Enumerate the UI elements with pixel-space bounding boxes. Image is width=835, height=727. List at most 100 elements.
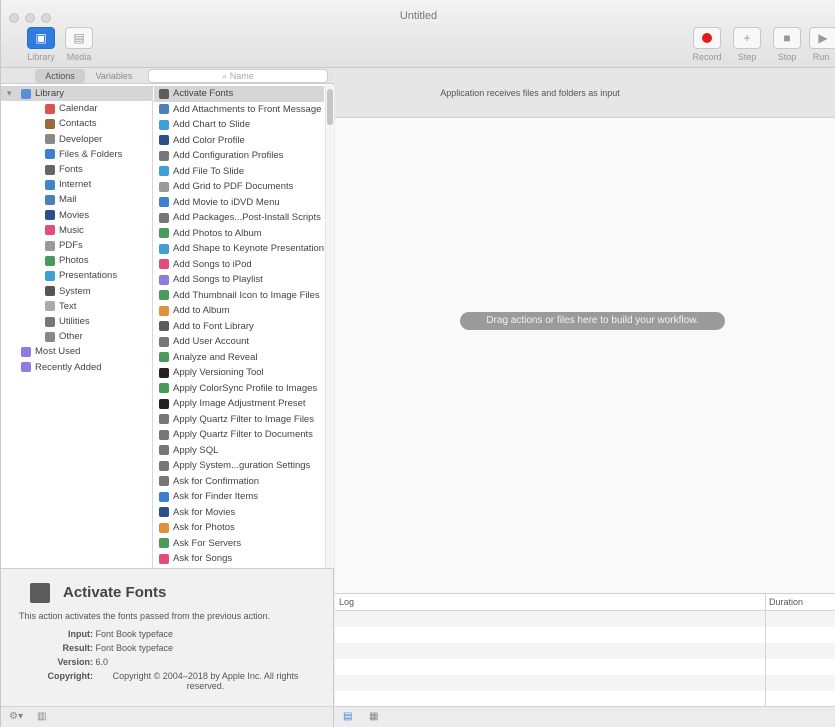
media-icon: ▤	[73, 31, 85, 45]
action-icon	[159, 259, 169, 270]
action-icon	[159, 507, 169, 518]
library-icon: ▣	[35, 31, 47, 45]
version-value: 6.0	[95, 657, 109, 667]
action-list-item[interactable]: Add Color Profile	[154, 133, 324, 149]
sidebar-item-category[interactable]: Calendar	[1, 101, 153, 116]
record-label: Record	[692, 52, 722, 62]
action-list-item[interactable]: Apply Versioning Tool	[154, 365, 324, 381]
sidebar-item-category[interactable]: Presentations	[1, 268, 153, 283]
action-label: Apply System...guration Settings	[173, 460, 311, 472]
sidebar-item-category[interactable]: Music	[1, 223, 153, 238]
action-icon	[159, 119, 169, 130]
action-icon	[159, 274, 169, 285]
action-label: Apply SQL	[173, 444, 219, 456]
run-icon: ▶	[818, 31, 828, 45]
search-placeholder: Name	[229, 71, 254, 81]
action-list-item[interactable]: Add Shape to Keynote Presentation	[154, 241, 324, 257]
log-row	[335, 675, 835, 691]
action-icon	[159, 553, 169, 564]
action-list-item[interactable]: Ask for Confirmation	[154, 474, 324, 490]
action-list-item[interactable]: Add File To Slide	[154, 164, 324, 180]
log-column-header[interactable]: Log	[339, 597, 354, 607]
action-list-scrollbar[interactable]	[325, 85, 334, 568]
library-tab-bar: Actions Variables ⌕ Name	[1, 68, 334, 84]
action-list-item[interactable]: Apply SQL	[154, 443, 324, 459]
sidebar-item-category[interactable]: Photos	[1, 253, 153, 268]
action-list-item[interactable]: Add Songs to Playlist	[154, 272, 324, 288]
action-label: Add Attachments to Front Message	[173, 103, 322, 115]
action-list-item[interactable]: Apply System...guration Settings	[154, 458, 324, 474]
action-list-item[interactable]: Apply Image Adjustment Preset	[154, 396, 324, 412]
sidebar-item-category[interactable]: Recently Added	[1, 360, 153, 375]
action-list-item[interactable]: Add Packages...Post-Install Scripts	[154, 210, 324, 226]
action-icon	[159, 538, 169, 549]
result-row: Result: Font Book typeface	[31, 643, 173, 653]
sidebar-item-category[interactable]: Utilities	[1, 314, 153, 329]
action-list-item[interactable]: Add Movie to iDVD Menu	[154, 195, 324, 211]
sidebar-item-category[interactable]: Other	[1, 329, 153, 344]
category-icon	[21, 88, 31, 99]
run-button[interactable]: ▶	[809, 27, 835, 49]
tab-variables[interactable]: Variables	[87, 69, 141, 83]
action-list-item[interactable]: Apply Quartz Filter to Image Files	[154, 412, 324, 428]
category-icon	[45, 316, 55, 327]
library-button[interactable]: ▣	[27, 27, 55, 49]
action-list-item[interactable]: Add to Font Library	[154, 319, 324, 335]
sidebar-item-category[interactable]: Most Used	[1, 344, 153, 359]
action-list-item[interactable]: Add Songs to iPod	[154, 257, 324, 273]
action-list-item[interactable]: Add User Account	[154, 334, 324, 350]
action-list-item[interactable]: Ask For Servers	[154, 536, 324, 552]
action-list-item[interactable]: Ask for Songs	[154, 551, 324, 567]
category-label: Other	[59, 331, 83, 343]
sidebar-item-category[interactable]: Files & Folders	[1, 147, 153, 162]
action-icon	[159, 352, 169, 363]
action-icon	[159, 367, 169, 378]
sidebar-item-category[interactable]: Mail	[1, 192, 153, 207]
action-list-item[interactable]: Ask for Finder Items	[154, 489, 324, 505]
action-list-item[interactable]: Add Chart to Slide	[154, 117, 324, 133]
category-label: Movies	[59, 209, 90, 221]
action-list-item[interactable]: Ask for Photos	[154, 520, 324, 536]
workflow-area[interactable]: Application receives files and folders a…	[335, 68, 835, 593]
action-list-item[interactable]: Add Grid to PDF Documents	[154, 179, 324, 195]
action-label: Add User Account	[173, 336, 250, 348]
stop-button[interactable]: ■	[773, 27, 801, 49]
sidebar-item-category[interactable]: Developer	[1, 132, 153, 147]
action-icon	[159, 476, 169, 487]
sidebar-item-category[interactable]: Contacts	[1, 116, 153, 131]
search-input[interactable]: ⌕ Name	[148, 69, 328, 83]
action-list-item[interactable]: Add Photos to Album	[154, 226, 324, 242]
action-label: Add Chart to Slide	[173, 119, 251, 131]
show-variables-icon[interactable]: ▦	[369, 711, 378, 722]
sidebar-item-category[interactable]: Internet	[1, 177, 153, 192]
action-list-item[interactable]: Add Configuration Profiles	[154, 148, 324, 164]
sidebar-item-category[interactable]: Movies	[1, 208, 153, 223]
media-button[interactable]: ▤	[65, 27, 93, 49]
category-label: Mail	[59, 194, 77, 206]
show-log-icon[interactable]: ▤	[343, 711, 352, 722]
description-text: This action activates the fonts passed f…	[19, 611, 271, 621]
category-label: Internet	[59, 179, 92, 191]
action-list-item[interactable]: Add Attachments to Front Message	[154, 102, 324, 118]
sidebar-item-category[interactable]: PDFs	[1, 238, 153, 253]
log-row	[335, 659, 835, 675]
action-list-item[interactable]: Apply ColorSync Profile to Images	[154, 381, 324, 397]
action-list-item[interactable]: Add to Album	[154, 303, 324, 319]
settings-gear-icon[interactable]: ⚙▾	[9, 711, 23, 722]
duration-column-header[interactable]: Duration	[769, 597, 803, 607]
sidebar-item-category[interactable]: Text	[1, 299, 153, 314]
action-list-item[interactable]: Ask for Movies	[154, 505, 324, 521]
action-list-item[interactable]: Activate Fonts	[154, 86, 324, 102]
sidebar-item-category[interactable]: ▾ Library	[1, 86, 153, 101]
action-list-item[interactable]: Analyze and Reveal	[154, 350, 324, 366]
step-button[interactable]: +	[733, 27, 761, 49]
tab-actions[interactable]: Actions	[35, 69, 85, 83]
action-list-item[interactable]: Add Thumbnail Icon to Image Files	[154, 288, 324, 304]
action-list-item[interactable]: Apply Quartz Filter to Documents	[154, 427, 324, 443]
sidebar-item-category[interactable]: System	[1, 284, 153, 299]
record-button[interactable]	[693, 27, 721, 49]
disclosure-triangle-icon[interactable]: ▾	[7, 88, 12, 99]
description-toggle-icon[interactable]: ▥	[37, 711, 46, 722]
sidebar-item-category[interactable]: Fonts	[1, 162, 153, 177]
scroll-thumb[interactable]	[327, 89, 333, 125]
